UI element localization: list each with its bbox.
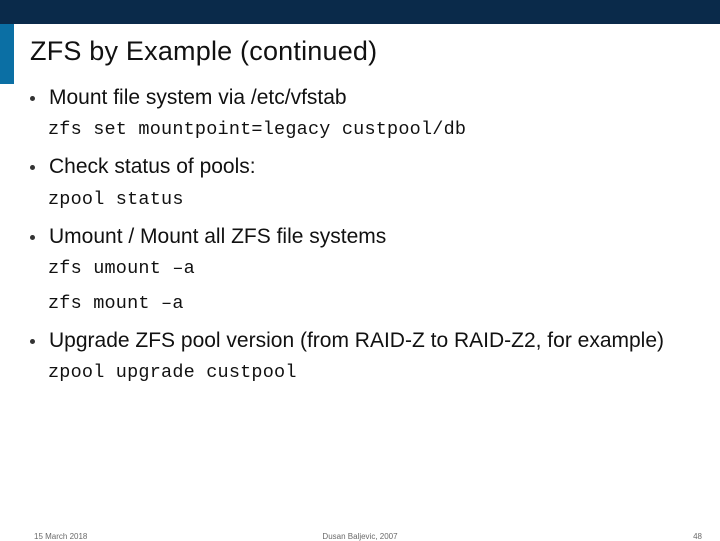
page-title: ZFS by Example (continued): [30, 36, 698, 67]
bullet-icon: [30, 235, 35, 240]
bullet-icon: [30, 165, 35, 170]
bullet-text: Upgrade ZFS pool version (from RAID-Z to…: [49, 328, 664, 354]
slide-content: ZFS by Example (continued) Mount file sy…: [30, 36, 698, 397]
top-accent-bar: [0, 0, 720, 24]
bullet-text: Check status of pools:: [49, 154, 256, 180]
bullet-icon: [30, 339, 35, 344]
code-line: zfs mount –a: [48, 293, 698, 314]
left-accent-bar: [0, 24, 14, 84]
code-line: zpool upgrade custpool: [48, 362, 698, 383]
list-item: Umount / Mount all ZFS file systems zfs …: [30, 224, 698, 314]
code-line: zfs umount –a: [48, 258, 698, 279]
code-line: zfs set mountpoint=legacy custpool/db: [48, 119, 698, 140]
code-line: zpool status: [48, 189, 698, 210]
bullet-icon: [30, 96, 35, 101]
bullet-text: Mount file system via /etc/vfstab: [49, 85, 347, 111]
list-item: Check status of pools: zpool status: [30, 154, 698, 209]
list-item: Mount file system via /etc/vfstab zfs se…: [30, 85, 698, 140]
list-item: Upgrade ZFS pool version (from RAID-Z to…: [30, 328, 698, 383]
bullet-text: Umount / Mount all ZFS file systems: [49, 224, 386, 250]
